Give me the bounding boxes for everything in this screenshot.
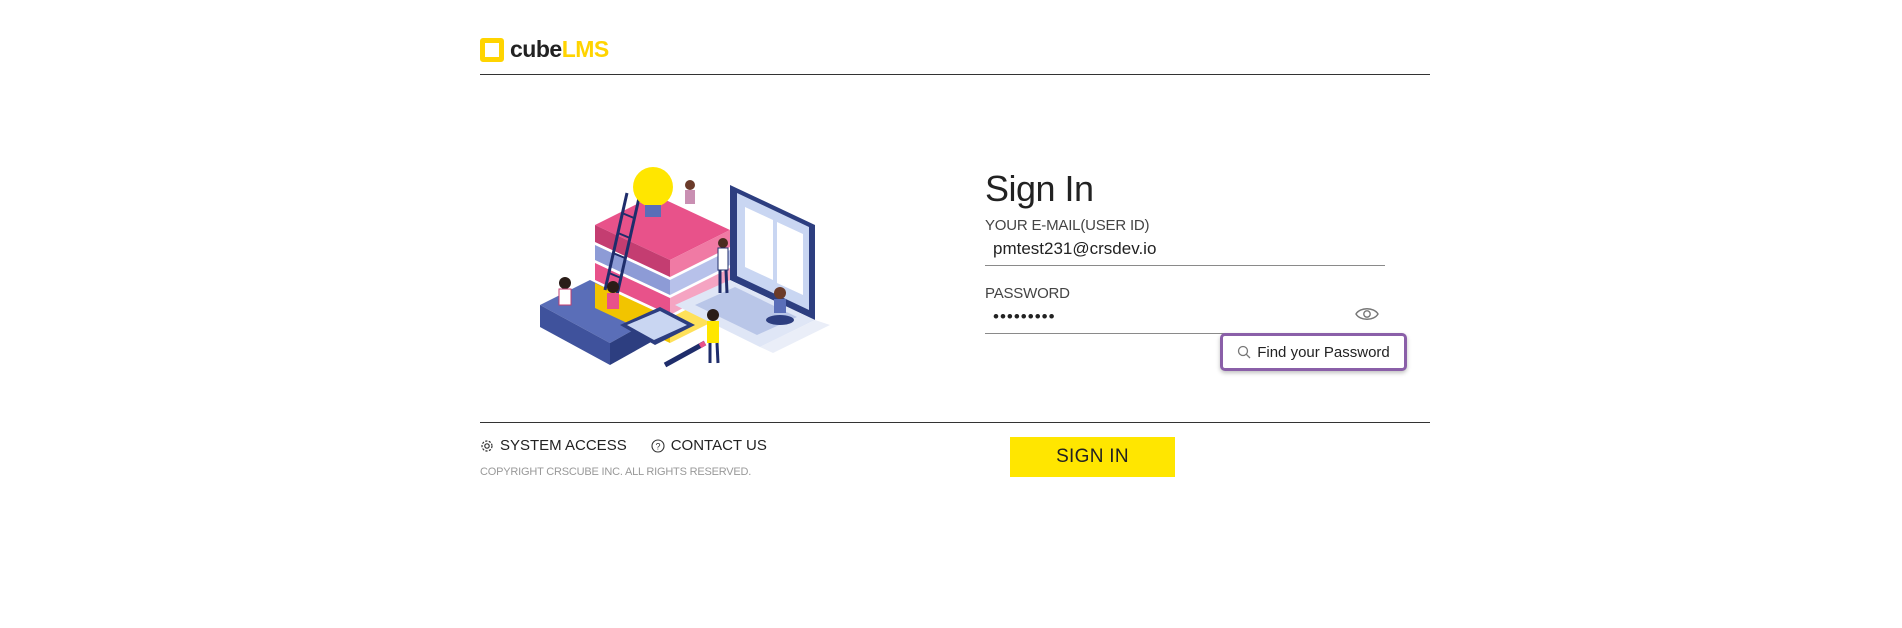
contact-us-link[interactable]: ? CONTACT US [651,437,767,454]
logo-lms-text: LMS [561,36,610,62]
login-page: cubeLMS Sign In YOUR E-MAIL(USER ID) pmt… [0,0,1902,628]
lightbulb-base [645,205,661,217]
laptop-page-right [777,222,803,295]
system-access-link[interactable]: SYSTEM ACCESS [480,437,627,454]
cubelms-logo: cubeLMS [480,36,609,63]
lightbulb-icon [633,167,673,207]
search-icon [1238,345,1251,359]
logo-mark-icon [480,37,504,62]
eye-icon[interactable] [1355,306,1379,322]
person-head [559,277,571,289]
person-head [607,281,619,293]
person-body [707,321,719,343]
password-field[interactable] [985,300,1385,334]
person-body [607,293,619,309]
person-leg [724,269,729,294]
gear-icon [481,439,493,452]
pencil-eraser [698,340,707,349]
person-body [558,288,572,306]
copyright-text: COPYRIGHT CRSCUBE INC. ALL RIGHTS RESERV… [480,466,752,478]
header-divider [480,74,1430,75]
person-head [774,287,786,299]
email-field[interactable] [985,232,1385,266]
person-head [685,180,695,190]
person-leg [715,342,720,364]
login-container: cubeLMS Sign In YOUR E-MAIL(USER ID) pmt… [480,0,1430,628]
learning-illustration [540,167,830,368]
question-circle-icon: ? [651,438,665,453]
footer-divider [480,422,1430,423]
person-head [718,238,728,248]
person-legs-crossed [766,315,794,325]
system-access-label: SYSTEM ACCESS [500,437,627,454]
contact-us-label: CONTACT US [670,437,767,454]
find-password-button[interactable]: Find your Password [1220,333,1407,371]
footer-links: SYSTEM ACCESS ? CONTACT US [480,437,767,454]
logo-text: cubeLMS [510,36,609,63]
person-head [707,309,719,321]
person-body [685,190,695,204]
pencil-icon [663,340,707,368]
find-password-label: Find your Password [1257,343,1390,361]
svg-text:?: ? [655,441,660,451]
page-title: Sign In [985,168,1094,209]
sign-in-button[interactable]: SIGN IN [1010,437,1175,477]
person-body [774,299,786,313]
person-body [717,247,729,271]
logo-cube-text: cube [510,36,562,62]
